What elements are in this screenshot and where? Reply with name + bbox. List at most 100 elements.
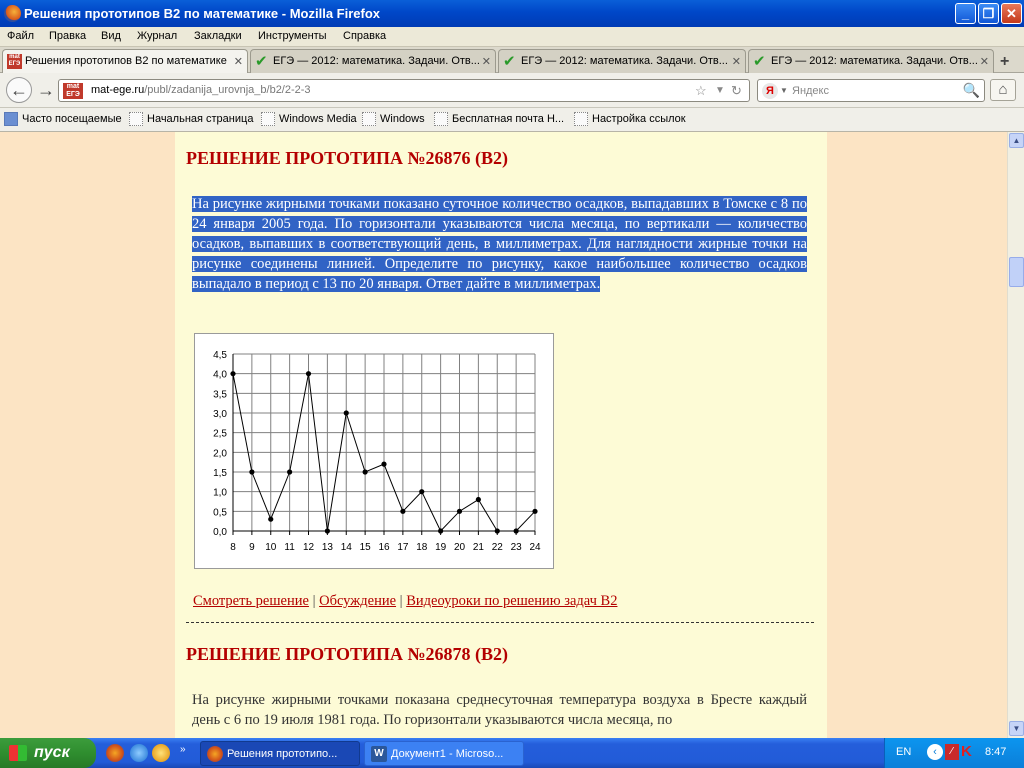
precipitation-chart: 0,0 0,5 1,0 1,5 2,0 2,5 3,0 3,5 4,0 4,5 8 9 10 11 12 13… xyxy=(194,333,554,569)
video-lessons-link[interactable]: Видеоуроки по решению задач B2 xyxy=(406,593,617,609)
chevron-icon[interactable]: » xyxy=(180,744,186,755)
ie-quicklaunch-icon[interactable] xyxy=(130,744,148,762)
menu-view[interactable]: Вид xyxy=(101,30,121,42)
forward-arrow-icon[interactable]: → xyxy=(34,79,58,101)
search-box[interactable]: Я ▼ Яндекс 🔍 xyxy=(757,79,985,102)
taskbar: пуск » Решения прототипо... W Документ1 -… xyxy=(0,738,1024,768)
yandex-icon[interactable]: Я xyxy=(762,83,778,99)
language-indicator[interactable]: EN xyxy=(896,746,911,758)
tab-label: ЕГЭ — 2012: математика. Задачи. Отв... xyxy=(771,55,978,67)
taskbar-firefox-window[interactable]: Решения прототипо... xyxy=(200,741,360,766)
x-tick-label: 19 xyxy=(435,542,447,553)
menu-help[interactable]: Справка xyxy=(343,30,386,42)
minimize-button[interactable]: _ xyxy=(955,3,976,24)
start-button[interactable]: пуск xyxy=(0,738,96,768)
x-tick-label: 13 xyxy=(322,542,334,553)
engine-dropdown-icon[interactable]: ▼ xyxy=(780,86,788,95)
dropdown-arrow-icon[interactable]: ▼ xyxy=(715,85,725,96)
maximize-button[interactable]: ❐ xyxy=(978,3,999,24)
bookmark-settings-links[interactable]: Настройка ссылок xyxy=(574,112,686,126)
data-point xyxy=(324,528,330,534)
firefox-quicklaunch-icon[interactable] xyxy=(106,744,124,762)
new-tab-icon[interactable]: + xyxy=(1000,53,1009,71)
menu-file[interactable]: Файл xyxy=(7,30,34,42)
menu-tools[interactable]: Инструменты xyxy=(258,30,327,42)
checkmark-favicon-icon: ✔ xyxy=(255,53,268,70)
tab-label: ЕГЭ — 2012: математика. Задачи. Отв... xyxy=(273,55,480,67)
scroll-up-icon[interactable]: ▲ xyxy=(1009,133,1024,148)
y-tick-label: 0,5 xyxy=(213,507,227,518)
tab-active[interactable]: mat ЕГЭ Решения прототипов В2 по математи… xyxy=(2,49,248,74)
bookmark-windows[interactable]: Windows xyxy=(362,112,425,126)
x-tick-label: 12 xyxy=(303,542,315,553)
navigation-bar: ← → mat ЕГЭ mat-ege.ru/publ/zadanija_uro… xyxy=(0,73,1024,108)
media-player-icon[interactable] xyxy=(152,744,170,762)
menu-bar: Файл Правка Вид Журнал Закладки Инструме… xyxy=(0,27,1024,47)
search-input[interactable]: Яндекс xyxy=(792,85,829,97)
data-point xyxy=(287,469,293,475)
bookmark-home-page[interactable]: Начальная страница xyxy=(129,112,253,126)
bookmark-icon xyxy=(4,112,18,126)
view-solution-link[interactable]: Смотреть решение xyxy=(193,593,309,609)
tab-close-icon[interactable]: ✕ xyxy=(482,55,491,68)
pdf-tray-icon[interactable]: ⁄ xyxy=(945,744,959,760)
taskbar-word-window[interactable]: W Документ1 - Microso... xyxy=(364,741,524,766)
checkmark-favicon-icon: ✔ xyxy=(503,53,516,70)
x-tick-label: 24 xyxy=(529,542,541,553)
url-text[interactable]: mat-ege.ru/publ/zadanija_urovnja_b/b2/2-… xyxy=(91,84,311,96)
system-tray: EN ‹ ⁄ K 8:47 xyxy=(884,738,1024,768)
reload-icon[interactable]: ↻ xyxy=(731,83,742,99)
x-tick-label: 10 xyxy=(265,542,277,553)
menu-edit[interactable]: Правка xyxy=(49,30,86,42)
bookmark-windows-media[interactable]: Windows Media xyxy=(261,112,357,126)
bookmark-star-icon[interactable]: ☆ xyxy=(695,83,707,99)
data-point xyxy=(532,508,538,514)
bookmark-most-visited[interactable]: Часто посещаемые xyxy=(4,112,122,126)
close-button[interactable]: ✕ xyxy=(1001,3,1022,24)
tab-close-icon[interactable]: ✕ xyxy=(732,55,741,68)
data-point xyxy=(400,508,406,514)
x-tick-label: 22 xyxy=(492,542,504,553)
home-icon[interactable]: ⌂ xyxy=(990,79,1016,101)
page-viewport: РЕШЕНИЕ ПРОТОТИПА №26876 (B2) На рисунке… xyxy=(0,132,1007,738)
data-point xyxy=(268,516,274,522)
x-tick-label: 18 xyxy=(416,542,428,553)
problem-2-text: На рисунке жирными точками показана сред… xyxy=(192,692,807,728)
data-point xyxy=(475,496,481,503)
bookmarks-toolbar: Часто посещаемые Начальная страница Wind… xyxy=(0,108,1024,132)
solution-links: Смотреть решение | Обсуждение | Видеоуро… xyxy=(193,593,618,609)
search-icon[interactable]: 🔍 xyxy=(963,82,980,99)
data-point xyxy=(438,528,444,534)
kaspersky-icon[interactable]: K xyxy=(961,744,975,760)
x-tick-label: 23 xyxy=(511,542,523,553)
tab-ege-3[interactable]: ✔ ЕГЭ — 2012: математика. Задачи. Отв...… xyxy=(748,49,994,73)
site-identity-icon[interactable]: mat ЕГЭ xyxy=(63,83,83,99)
back-arrow-icon[interactable]: ← xyxy=(6,77,32,103)
site-favicon-icon: mat ЕГЭ xyxy=(7,54,22,69)
word-icon: W xyxy=(371,746,387,762)
chart-svg: 0,0 0,5 1,0 1,5 2,0 2,5 3,0 3,5 4,0 4,5 8 9 10 11 12 13… xyxy=(213,350,541,553)
tab-ege-2[interactable]: ✔ ЕГЭ — 2012: математика. Задачи. Отв...… xyxy=(498,49,746,73)
arrow-left-icon[interactable]: ‹ xyxy=(927,744,943,760)
data-point xyxy=(230,371,236,377)
tab-close-icon[interactable]: ✕ xyxy=(234,55,243,68)
bookmark-icon xyxy=(434,112,448,126)
bookmark-icon xyxy=(362,112,376,126)
windows-flag-icon xyxy=(9,745,27,761)
bookmark-free-mail[interactable]: Бесплатная почта Н... xyxy=(434,112,564,126)
discussion-link[interactable]: Обсуждение xyxy=(319,593,396,609)
menu-bookmarks[interactable]: Закладки xyxy=(194,30,242,42)
x-tick-label: 15 xyxy=(360,542,372,553)
tab-close-icon[interactable]: ✕ xyxy=(980,55,989,68)
bookmark-icon xyxy=(129,112,143,126)
tab-ege-1[interactable]: ✔ ЕГЭ — 2012: математика. Задачи. Отв...… xyxy=(250,49,496,73)
x-tick-label: 9 xyxy=(249,542,255,553)
menu-history[interactable]: Журнал xyxy=(137,30,177,42)
vertical-scrollbar[interactable]: ▲ ▼ xyxy=(1007,132,1024,738)
scroll-thumb[interactable] xyxy=(1009,257,1024,287)
x-tick-label: 16 xyxy=(378,542,390,553)
y-tick-label: 4,0 xyxy=(213,370,227,381)
scroll-down-icon[interactable]: ▼ xyxy=(1009,721,1024,736)
y-tick-label: 2,0 xyxy=(213,448,227,459)
url-bar[interactable]: mat ЕГЭ mat-ege.ru/publ/zadanija_urovnja… xyxy=(58,79,750,102)
